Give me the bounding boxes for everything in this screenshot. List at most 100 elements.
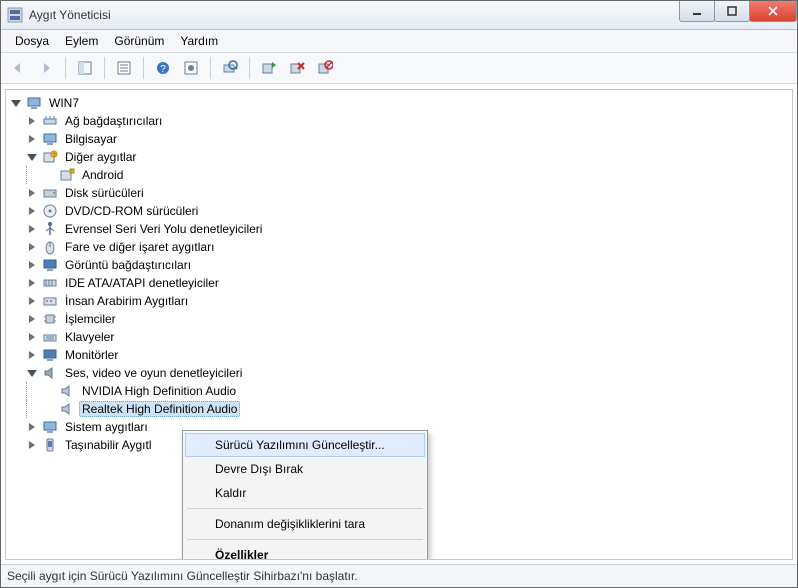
- tree-node-mice[interactable]: Fare ve diğer işaret aygıtları: [10, 238, 788, 256]
- app-icon: [7, 7, 23, 23]
- toolbar-separator: [104, 57, 105, 79]
- expander-icon[interactable]: [26, 259, 38, 271]
- menu-file[interactable]: Dosya: [7, 32, 57, 50]
- tree-node-keyboards[interactable]: Klavyeler: [10, 328, 788, 346]
- tree-node-dvd-cdrom[interactable]: DVD/CD-ROM sürücüleri: [10, 202, 788, 220]
- scan-hardware-button[interactable]: [217, 55, 243, 81]
- expander-icon[interactable]: [26, 313, 38, 325]
- tree-node-other-devices[interactable]: ? Diğer aygıtlar: [10, 148, 788, 166]
- expander-icon[interactable]: [26, 187, 38, 199]
- computer-icon: [42, 131, 58, 147]
- tree-label: Realtek High Definition Audio: [79, 401, 240, 417]
- audio-device-icon: [59, 401, 75, 417]
- display-adapters-icon: [42, 257, 58, 273]
- ctx-properties[interactable]: Özellikler: [185, 543, 425, 560]
- uninstall-button[interactable]: [284, 55, 310, 81]
- portable-devices-icon: [42, 437, 58, 453]
- menu-action[interactable]: Eylem: [57, 32, 106, 50]
- expander-icon[interactable]: [26, 331, 38, 343]
- expander-icon[interactable]: [26, 439, 38, 451]
- toolbar-separator: [249, 57, 250, 79]
- tree-label: IDE ATA/ATAPI denetleyiciler: [62, 275, 222, 291]
- expander-icon[interactable]: [26, 277, 38, 289]
- expander-icon[interactable]: [26, 421, 38, 433]
- expander-icon[interactable]: [26, 367, 38, 379]
- monitors-icon: [42, 347, 58, 363]
- expander-icon[interactable]: [10, 97, 22, 109]
- expander-icon[interactable]: [26, 295, 38, 307]
- tree-label: Ağ bağdaştırıcıları: [62, 113, 165, 129]
- network-adapters-icon: [42, 113, 58, 129]
- expander-icon[interactable]: [26, 133, 38, 145]
- disable-button[interactable]: [312, 55, 338, 81]
- tree-label: Monitörler: [62, 347, 121, 363]
- context-menu: Sürücü Yazılımını Güncelleştir... Devre …: [182, 430, 428, 560]
- window-buttons: [680, 1, 797, 22]
- device-tree[interactable]: WIN7 Ağ bağdaştırıcıları Bilgisayar ? Di…: [5, 89, 793, 560]
- ctx-uninstall[interactable]: Kaldır: [185, 481, 425, 505]
- ctx-scan-hardware[interactable]: Donanım değişikliklerini tara: [185, 512, 425, 536]
- tree-label: Diğer aygıtlar: [62, 149, 139, 165]
- tree-node-display-adapters[interactable]: Görüntü bağdaştırıcıları: [10, 256, 788, 274]
- minimize-button[interactable]: [679, 1, 715, 22]
- tree-node-usb-controllers[interactable]: Evrensel Seri Veri Yolu denetleyicileri: [10, 220, 788, 238]
- processors-icon: [42, 311, 58, 327]
- menubar: Dosya Eylem Görünüm Yardım: [1, 30, 797, 53]
- titlebar: Aygıt Yöneticisi: [1, 1, 797, 30]
- tree-node-android[interactable]: ! Android: [10, 166, 788, 184]
- close-button[interactable]: [749, 1, 797, 22]
- tree-label: Fare ve diğer işaret aygıtları: [62, 239, 217, 255]
- tree-node-nvidia-audio[interactable]: NVIDIA High Definition Audio: [10, 382, 788, 400]
- tree-label: Ses, video ve oyun denetleyicileri: [62, 365, 245, 381]
- window-title: Aygıt Yöneticisi: [29, 8, 111, 22]
- svg-text:?: ?: [160, 64, 166, 75]
- tree-label: Evrensel Seri Veri Yolu denetleyicileri: [62, 221, 265, 237]
- tree-label: Bilgisayar: [62, 131, 120, 147]
- expander-icon[interactable]: [26, 223, 38, 235]
- tree-node-computer[interactable]: Bilgisayar: [10, 130, 788, 148]
- status-text: Seçili aygıt için Sürücü Yazılımını Günc…: [7, 569, 358, 583]
- content-area: WIN7 Ağ bağdaştırıcıları Bilgisayar ? Di…: [1, 84, 797, 564]
- expander-icon[interactable]: [26, 349, 38, 361]
- dvd-cdrom-icon: [42, 203, 58, 219]
- hid-icon: [42, 293, 58, 309]
- context-menu-separator: [187, 508, 423, 509]
- usb-controllers-icon: [42, 221, 58, 237]
- disk-drives-icon: [42, 185, 58, 201]
- ctx-update-driver[interactable]: Sürücü Yazılımını Güncelleştir...: [185, 433, 425, 457]
- tree-label: İnsan Arabirim Aygıtları: [62, 293, 191, 309]
- tree-node-disk-drives[interactable]: Disk sürücüleri: [10, 184, 788, 202]
- back-button[interactable]: [5, 55, 31, 81]
- forward-button[interactable]: [33, 55, 59, 81]
- tree-label: Klavyeler: [62, 329, 117, 345]
- show-hide-tree-button[interactable]: [72, 55, 98, 81]
- computer-icon: [26, 95, 42, 111]
- properties-button[interactable]: [111, 55, 137, 81]
- tree-label: WIN7: [46, 95, 82, 111]
- menu-help[interactable]: Yardım: [172, 32, 226, 50]
- expander-icon[interactable]: [26, 151, 38, 163]
- tree-node-monitors[interactable]: Monitörler: [10, 346, 788, 364]
- tree-node-realtek-audio[interactable]: Realtek High Definition Audio: [10, 400, 788, 418]
- action-button[interactable]: [178, 55, 204, 81]
- update-driver-button[interactable]: [256, 55, 282, 81]
- tree-node-ide-atapi[interactable]: IDE ATA/ATAPI denetleyiciler: [10, 274, 788, 292]
- tree-label: NVIDIA High Definition Audio: [79, 383, 239, 399]
- tree-label: Android: [79, 167, 126, 183]
- expander-icon[interactable]: [26, 115, 38, 127]
- ctx-disable[interactable]: Devre Dışı Bırak: [185, 457, 425, 481]
- tree-label: Taşınabilir Aygıtl: [62, 437, 155, 453]
- help-button[interactable]: ?: [150, 55, 176, 81]
- toolbar-separator: [143, 57, 144, 79]
- menu-view[interactable]: Görünüm: [106, 32, 172, 50]
- expander-icon[interactable]: [26, 241, 38, 253]
- sound-video-game-icon: [42, 365, 58, 381]
- tree-node-network-adapters[interactable]: Ağ bağdaştırıcıları: [10, 112, 788, 130]
- tree-label: Görüntü bağdaştırıcıları: [62, 257, 194, 273]
- tree-node-hid[interactable]: İnsan Arabirim Aygıtları: [10, 292, 788, 310]
- tree-node-processors[interactable]: İşlemciler: [10, 310, 788, 328]
- tree-node-sound-video-game[interactable]: Ses, video ve oyun denetleyicileri: [10, 364, 788, 382]
- tree-node-root[interactable]: WIN7: [10, 94, 788, 112]
- expander-icon[interactable]: [26, 205, 38, 217]
- maximize-button[interactable]: [714, 1, 750, 22]
